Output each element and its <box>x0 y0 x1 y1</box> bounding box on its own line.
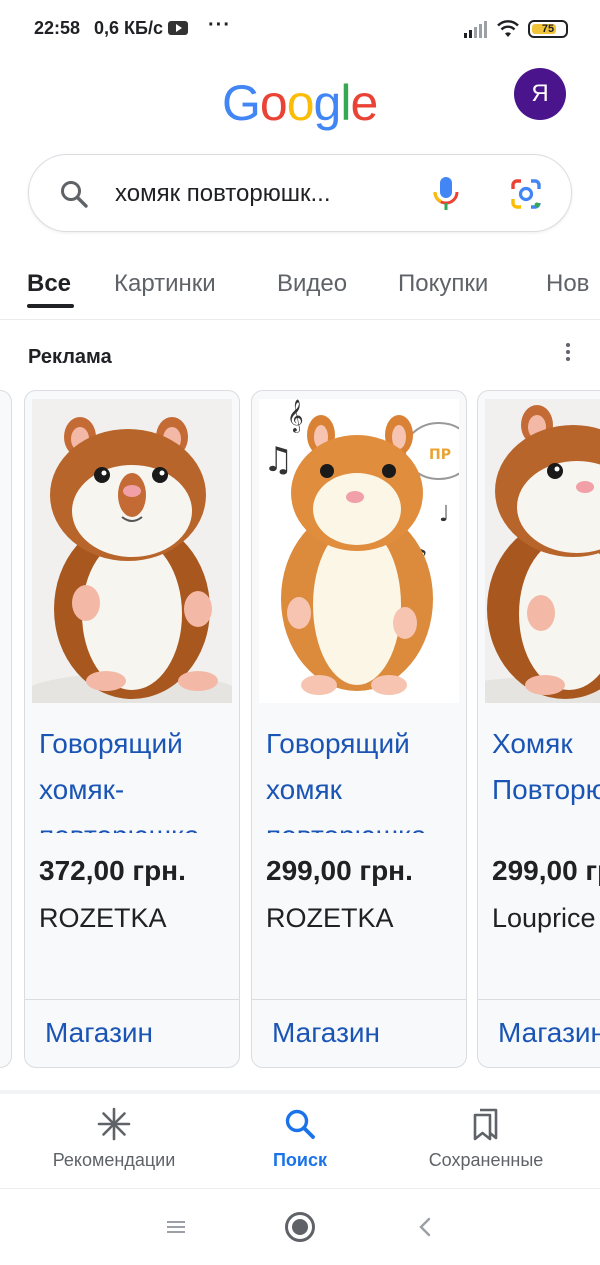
product-seller: Louprice <box>492 903 596 933</box>
card-divider <box>25 999 239 1000</box>
hamster-toy-image <box>32 399 232 703</box>
battery-icon: 75 <box>528 20 568 38</box>
microphone-icon[interactable] <box>431 175 461 213</box>
search-icon <box>285 1109 315 1139</box>
product-seller: ROZETKA <box>39 903 167 933</box>
search-tabs: Все Картинки Видео Покупки Нов <box>0 258 600 320</box>
account-avatar[interactable]: Я <box>514 68 566 120</box>
product-price: 372,00 грн. <box>39 855 186 886</box>
tab-all[interactable]: Все <box>27 270 71 298</box>
tab-shopping[interactable]: Покупки <box>398 270 488 298</box>
svg-text:𝄞: 𝄞 <box>287 399 304 433</box>
wifi-icon <box>497 20 519 37</box>
product-title[interactable]: Говорящий хомяк повторюшка <box>266 721 462 833</box>
product-image[interactable]: 𝄞 ♫ ♪ ♩ ПР <box>259 399 459 703</box>
logo-letter: g <box>313 75 342 131</box>
product-image[interactable] <box>32 399 232 703</box>
search-query-text[interactable]: хомяк повторюшк... <box>115 180 330 208</box>
nav-search-label: Поиск <box>272 1150 328 1170</box>
product-card[interactable]: 𝄞 ♫ ♪ ♩ ПР <box>251 390 467 1068</box>
back-icon[interactable] <box>418 1217 432 1237</box>
status-bar: 22:58 0,6 КБ/с ··· 75 <box>0 0 600 60</box>
youtube-notification-icon <box>168 21 188 35</box>
product-image[interactable] <box>485 399 600 703</box>
nav-saved-label: Сохраненные <box>428 1150 544 1170</box>
tab-images[interactable]: Картинки <box>114 270 216 298</box>
google-logo[interactable]: Google <box>222 74 378 132</box>
product-card[interactable]: Говорящий хомяк-повторюшка 372,00 грн. R… <box>24 390 240 1068</box>
product-card-partial[interactable] <box>0 390 12 1068</box>
shop-link[interactable]: Магазин <box>45 1017 153 1049</box>
hamster-toy-image: 𝄞 ♫ ♪ ♩ ПР <box>259 399 459 703</box>
tab-news[interactable]: Нов <box>546 270 589 298</box>
product-card[interactable]: Хомяк Повторюшка 299,00 грн. Louprice Ма… <box>477 390 600 1068</box>
shop-link[interactable]: Магазин <box>498 1017 600 1049</box>
status-time: 22:58 <box>34 18 81 38</box>
speech-bubble-text: ПР <box>429 447 451 463</box>
google-lens-icon[interactable] <box>509 177 543 211</box>
product-price: 299,00 грн. <box>492 855 600 886</box>
card-divider <box>478 999 600 1000</box>
battery-level: 75 <box>541 23 555 35</box>
asterisk-icon <box>97 1107 131 1141</box>
logo-letter: o <box>286 75 315 131</box>
status-more-notifications: ··· <box>208 14 231 36</box>
svg-text:♫: ♫ <box>263 440 293 480</box>
logo-letter: o <box>259 75 288 131</box>
tab-videos[interactable]: Видео <box>277 270 347 298</box>
active-tab-indicator <box>27 304 74 308</box>
shop-link[interactable]: Магазин <box>272 1017 380 1049</box>
nav-discover-label: Рекомендации <box>52 1150 176 1170</box>
more-options-icon[interactable] <box>558 340 578 364</box>
logo-letter: G <box>222 75 261 131</box>
ads-label: Реклама <box>28 346 112 368</box>
search-box[interactable]: хомяк повторюшк... <box>28 154 572 232</box>
search-icon <box>61 181 88 208</box>
product-title[interactable]: Хомяк Повторюшка <box>492 721 600 833</box>
logo-letter: l <box>340 75 351 131</box>
logo-letter: e <box>350 75 378 131</box>
product-carousel[interactable]: Говорящий хомяк-повторюшка 372,00 грн. R… <box>0 388 600 1072</box>
recent-apps-icon[interactable] <box>166 1219 186 1235</box>
product-price: 299,00 грн. <box>266 855 413 886</box>
bookmarks-icon <box>473 1108 498 1141</box>
svg-text:♩: ♩ <box>439 502 449 527</box>
nav-saved[interactable]: Сохраненные <box>396 1106 576 1171</box>
status-network-speed: 0,6 КБ/с <box>94 18 163 38</box>
home-button-icon[interactable] <box>285 1212 315 1242</box>
hamster-toy-image <box>485 399 600 703</box>
nav-discover[interactable]: Рекомендации <box>24 1106 204 1171</box>
card-divider <box>252 999 466 1000</box>
product-title[interactable]: Говорящий хомяк-повторюшка <box>39 721 235 833</box>
signal-icon <box>464 21 487 38</box>
bottom-navigation: Рекомендации Поиск Сохраненные <box>0 1094 600 1186</box>
system-navigation-bar <box>0 1188 600 1265</box>
product-seller: ROZETKA <box>266 903 394 933</box>
nav-search[interactable]: Поиск <box>210 1106 390 1171</box>
